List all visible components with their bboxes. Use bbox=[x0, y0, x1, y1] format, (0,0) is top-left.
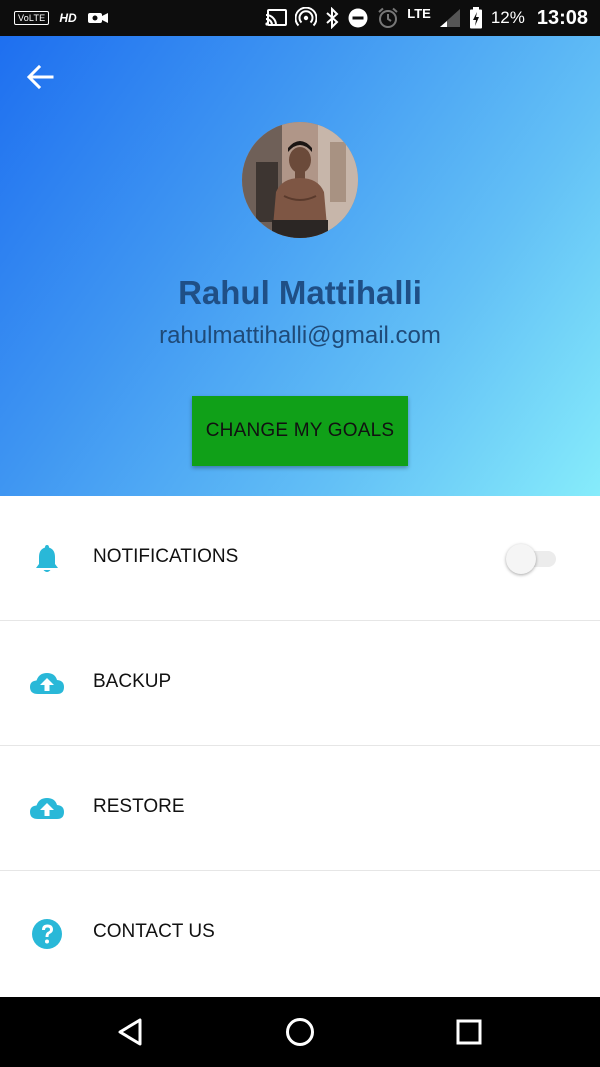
bell-icon bbox=[36, 545, 58, 572]
recents-square-icon[interactable] bbox=[452, 1015, 486, 1049]
hd-indicator: HD bbox=[59, 11, 77, 25]
notifications-label: NOTIFICATIONS bbox=[93, 546, 239, 567]
video-camera-icon bbox=[87, 13, 108, 23]
signal-icon bbox=[439, 9, 460, 27]
hotspot-icon bbox=[295, 7, 318, 27]
battery-icon bbox=[469, 7, 482, 29]
battery-percent: 12% bbox=[490, 8, 525, 27]
clock: 13:08 bbox=[536, 6, 588, 29]
back-triangle-icon[interactable] bbox=[114, 1015, 148, 1049]
list-item-contact-us[interactable]: CONTACT US bbox=[0, 871, 600, 995]
list-item-backup[interactable]: BACKUP bbox=[0, 621, 600, 746]
backup-label: BACKUP bbox=[93, 671, 172, 692]
user-name: Rahul Mattihalli bbox=[178, 274, 422, 311]
do-not-disturb-icon bbox=[348, 8, 368, 28]
cloud-upload-icon bbox=[30, 798, 64, 819]
cast-icon bbox=[265, 9, 288, 26]
avatar[interactable] bbox=[242, 122, 358, 238]
alarm-icon bbox=[378, 7, 398, 28]
change-goals-button[interactable]: CHANGE MY GOALS bbox=[192, 396, 408, 466]
contact-us-label: CONTACT US bbox=[93, 921, 215, 942]
lte-indicator: LTE bbox=[407, 6, 431, 21]
help-circle-icon bbox=[32, 919, 62, 949]
restore-label: RESTORE bbox=[93, 796, 185, 817]
settings-list: NOTIFICATIONS BACKUP RESTORE CONTACT US bbox=[0, 496, 600, 995]
user-email: rahulmattihalli@gmail.com bbox=[159, 322, 441, 349]
system-nav-bar bbox=[0, 997, 600, 1067]
profile-header: Rahul Mattihalli rahulmattihalli@gmail.c… bbox=[0, 36, 600, 496]
home-circle-icon[interactable] bbox=[283, 1015, 317, 1049]
list-item-notifications[interactable]: NOTIFICATIONS bbox=[0, 496, 600, 621]
cloud-upload-icon bbox=[30, 673, 64, 694]
list-item-restore[interactable]: RESTORE bbox=[0, 746, 600, 871]
status-bar: VoLTE HD LTE 12% 13:08 bbox=[0, 0, 600, 36]
bluetooth-icon bbox=[326, 7, 339, 29]
notifications-toggle[interactable] bbox=[506, 544, 558, 574]
arrow-left-icon[interactable] bbox=[24, 62, 58, 92]
volte-indicator: VoLTE bbox=[14, 11, 50, 25]
toggle-thumb bbox=[506, 544, 536, 574]
